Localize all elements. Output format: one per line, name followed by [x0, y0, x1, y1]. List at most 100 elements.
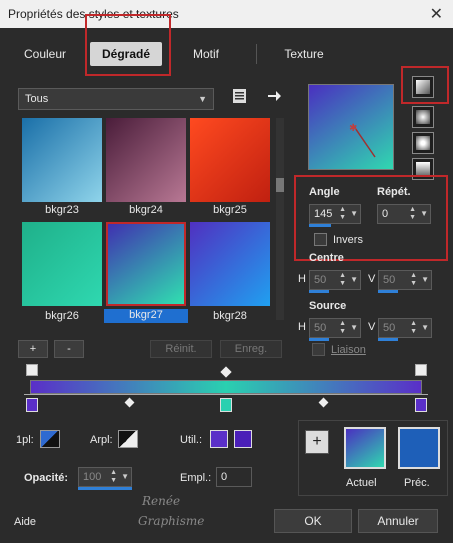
end-stop-marker-icon[interactable]: [415, 364, 427, 376]
category-selected: Tous: [25, 93, 49, 105]
spinner-icon[interactable]: ▲ ▼: [409, 206, 416, 222]
spinner-icon[interactable]: ▲ ▼: [110, 469, 117, 485]
library-scrollbar[interactable]: [276, 118, 284, 320]
current-label: Actuel: [346, 477, 377, 489]
spinner-icon[interactable]: ▲ ▼: [410, 320, 417, 336]
watermark-text: Renée: [142, 494, 181, 508]
start-stop-marker-icon[interactable]: [26, 364, 38, 376]
empl-input[interactable]: 0: [216, 467, 252, 487]
source-h-value: 50: [314, 322, 327, 334]
centre-v-input[interactable]: 50 ▲ ▼ ▼: [378, 270, 432, 290]
chevron-down-icon[interactable]: ▼: [421, 319, 429, 337]
chevron-down-icon[interactable]: ▼: [350, 205, 358, 223]
midpoint-marker-icon[interactable]: [124, 397, 135, 408]
save-gradient-button[interactable]: Enreg.: [220, 340, 282, 358]
mid-color-stop[interactable]: [220, 398, 232, 412]
centre-h-value: 50: [314, 274, 327, 286]
add-gradient-button[interactable]: +: [18, 340, 48, 358]
sunburst-style-button[interactable]: [412, 132, 434, 154]
angle-input[interactable]: 145 ▲ ▼ ▼: [309, 204, 361, 224]
opacity-input[interactable]: 100 ▲ ▼ ▼: [78, 467, 132, 487]
user-color-swatch[interactable]: [210, 430, 228, 448]
gradient-label: bkgr28: [213, 310, 247, 322]
foreground-swatch[interactable]: [40, 430, 60, 448]
repeat-value: 0: [382, 208, 389, 220]
arrow-right-icon[interactable]: [266, 88, 282, 104]
tab-couleur[interactable]: Couleur: [10, 42, 80, 66]
add-to-swatches-button[interactable]: +: [305, 430, 329, 454]
chevron-down-icon[interactable]: ▼: [350, 271, 358, 289]
empl-label: Empl.:: [180, 472, 212, 484]
current-swatch[interactable]: [344, 427, 386, 469]
opacity-slider[interactable]: [78, 487, 132, 490]
spinner-icon[interactable]: ▲ ▼: [410, 272, 417, 288]
spinner-icon[interactable]: ▲ ▼: [339, 320, 346, 336]
end-color-stop[interactable]: [415, 398, 427, 412]
remove-gradient-button[interactable]: -: [54, 340, 84, 358]
gradient-library: bkgr23 bkgr24 bkgr25 bkgr26 bkgr27 bkgr2…: [18, 112, 284, 326]
empl-value: 0: [221, 471, 228, 483]
tab-motif[interactable]: Motif: [178, 42, 234, 66]
midpoint-marker-icon[interactable]: [220, 366, 232, 378]
gradient-thumb-bkgr27[interactable]: [106, 222, 186, 306]
start-color-stop[interactable]: [26, 398, 38, 412]
centre-h-slider[interactable]: [309, 290, 329, 293]
gradient-thumb-bkgr24[interactable]: [106, 118, 186, 202]
gradient-thumb-bkgr28[interactable]: [190, 222, 270, 306]
background-swatch[interactable]: [118, 430, 138, 448]
chevron-down-icon[interactable]: ▼: [420, 205, 428, 223]
opacity-label: Opacité:: [24, 472, 69, 484]
spinner-icon[interactable]: ▲ ▼: [339, 206, 346, 222]
source-h-slider[interactable]: [309, 338, 329, 341]
gradient-thumb-bkgr26[interactable]: [22, 222, 102, 306]
previous-label: Préc.: [404, 477, 430, 489]
svg-text:✱: ✱: [349, 123, 357, 134]
source-v-label: V: [368, 321, 376, 333]
user-color-swatch-2[interactable]: [234, 430, 252, 448]
angle-slider[interactable]: [309, 224, 331, 227]
gradient-label: bkgr25: [213, 204, 247, 216]
source-h-label: H: [298, 321, 306, 333]
ok-button[interactable]: OK: [274, 509, 352, 533]
previous-swatch[interactable]: [398, 427, 440, 469]
centre-v-value: 50: [383, 274, 396, 286]
opacity-value: 100: [83, 471, 102, 483]
chevron-down-icon[interactable]: ▼: [121, 468, 129, 486]
repeat-label: Répét.: [377, 186, 411, 198]
chevron-down-icon[interactable]: ▼: [350, 319, 358, 337]
midpoint-marker-icon[interactable]: [318, 397, 329, 408]
angle-value: 145: [314, 208, 333, 220]
help-link[interactable]: Aide: [14, 516, 36, 528]
util-label: Util.:: [180, 434, 202, 446]
one-pl-label: 1pl:: [16, 434, 34, 446]
reset-button[interactable]: Réinit.: [150, 340, 212, 358]
tab-bar: Couleur Dégradé Motif Texture: [0, 28, 453, 73]
linear-style-button[interactable]: [412, 76, 434, 98]
centre-h-input[interactable]: 50 ▲ ▼ ▼: [309, 270, 361, 290]
centre-v-slider[interactable]: [378, 290, 398, 293]
close-icon[interactable]: ✕: [430, 4, 443, 24]
link-checkbox[interactable]: [312, 343, 325, 356]
arpl-label: Arpl:: [90, 434, 113, 446]
gradient-label: bkgr23: [45, 204, 79, 216]
tab-texture[interactable]: Texture: [268, 42, 340, 66]
gradient-preview[interactable]: ✱: [308, 84, 394, 170]
repeat-input[interactable]: 0 ▲ ▼ ▼: [377, 204, 431, 224]
source-label: Source: [309, 300, 347, 312]
gradient-editor-bar[interactable]: [30, 380, 422, 394]
invert-label: Invers: [333, 234, 363, 246]
cancel-button[interactable]: Annuler: [358, 509, 438, 533]
gradient-thumb-bkgr23[interactable]: [22, 118, 102, 202]
chevron-down-icon[interactable]: ▼: [421, 271, 429, 289]
category-dropdown[interactable]: Tous ▼: [18, 88, 214, 110]
invert-checkbox[interactable]: [314, 233, 327, 246]
spinner-icon[interactable]: ▲ ▼: [339, 272, 346, 288]
list-view-icon[interactable]: [232, 88, 248, 104]
rectangular-style-button[interactable]: [412, 106, 434, 128]
source-v-input[interactable]: 50 ▲ ▼ ▼: [378, 318, 432, 338]
centre-h-label: H: [298, 273, 306, 285]
title-bar: Propriétés des styles et textures ✕: [0, 0, 453, 28]
source-v-slider[interactable]: [378, 338, 398, 341]
gradient-thumb-bkgr25[interactable]: [190, 118, 270, 202]
source-h-input[interactable]: 50 ▲ ▼ ▼: [309, 318, 361, 338]
